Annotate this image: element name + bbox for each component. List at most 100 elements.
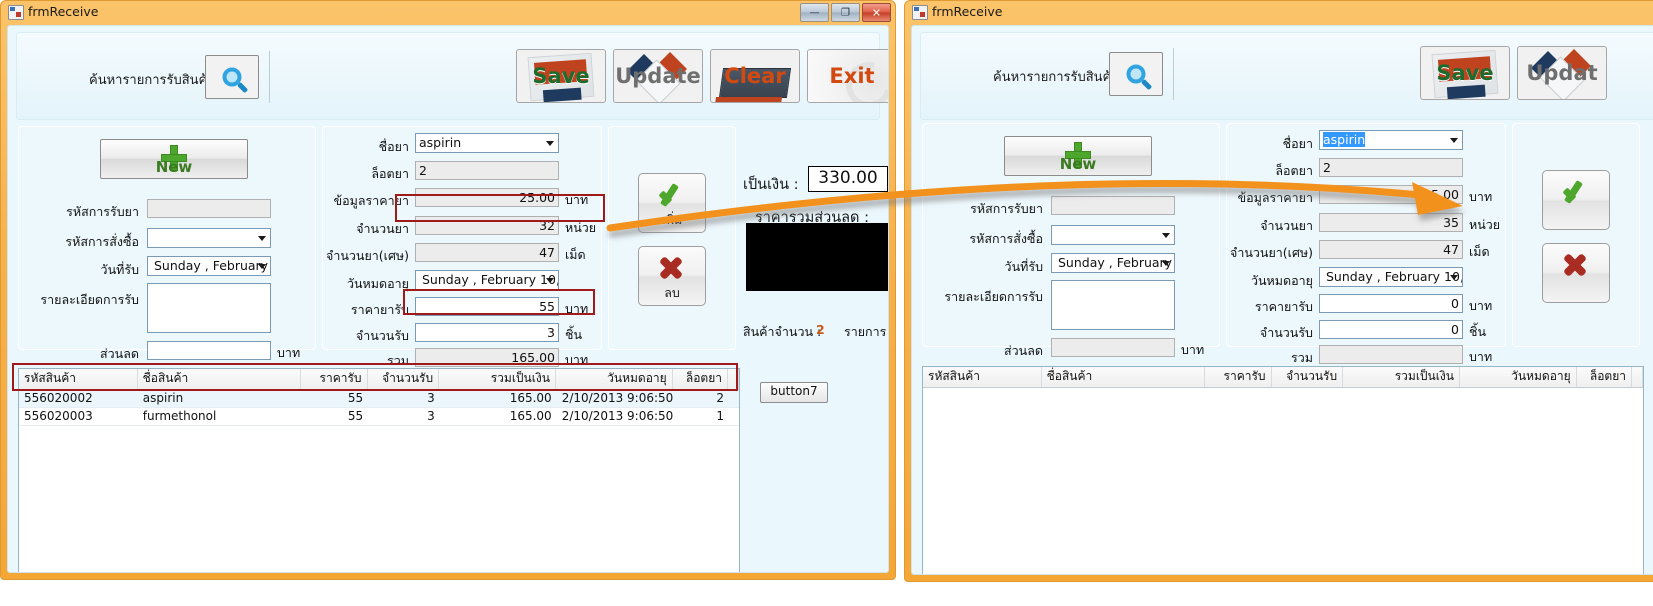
col-lot[interactable]: ล็อตยา (673, 369, 728, 389)
exit-button[interactable]: Exit (807, 49, 888, 103)
drug-price-info-input-right[interactable]: 25.00 (1319, 185, 1463, 204)
drug-price-info-input[interactable]: 25.00 (415, 188, 559, 207)
update-label-right: Updat (1526, 61, 1598, 85)
col-name-right[interactable]: ชื่อสินค้า (1042, 367, 1206, 387)
toolbar-divider (269, 51, 270, 103)
save-button-right[interactable]: Save (1420, 46, 1510, 100)
new-button-right[interactable]: New (1004, 136, 1152, 176)
col-extra-right[interactable] (1632, 367, 1643, 387)
update-label: Update (615, 64, 701, 88)
label-drug-qty: จำนวนยา (356, 221, 409, 236)
receive-items-grid-right[interactable]: รหัสสินค้า ชื่อสินค้า ราคารับ จำนวนรับ ร… (922, 366, 1644, 574)
label-discount-right: ส่วนลด (1004, 343, 1043, 358)
update-button-right[interactable]: Updat (1517, 46, 1607, 100)
receive-price-input-right[interactable]: 0 (1319, 294, 1463, 313)
col-name[interactable]: ชื่อสินค้า (138, 369, 302, 389)
receive-date-picker-right[interactable]: Sunday , February (1051, 253, 1175, 273)
sum-input[interactable]: 165.00 (415, 348, 559, 367)
label-discount: ส่วนลด (100, 346, 139, 361)
x-mark-icon (1561, 253, 1589, 277)
col-total-right[interactable]: รวมเป็นเงิน (1343, 367, 1460, 387)
button7[interactable]: button7 (760, 382, 828, 403)
drug-qty-input-right[interactable]: 35 (1319, 213, 1463, 232)
drug-name-combo[interactable]: aspirin (415, 133, 559, 153)
receive-qty-input[interactable]: 3 (415, 323, 559, 342)
label-order-code-right: รหัสการสั่งซื้อ (969, 231, 1043, 246)
delete-button-right[interactable] (1542, 243, 1610, 303)
delete-button[interactable]: ลบ (638, 246, 706, 306)
minimize-button[interactable]: — (800, 3, 829, 22)
window-right: frmReceive ค้นหารายการรับสินค้า Save Upd… (904, 0, 1653, 582)
expiry-date-picker-right[interactable]: Sunday , February 10, (1319, 267, 1463, 287)
col-qty[interactable]: จำนวนรับ (368, 369, 440, 389)
add-button[interactable]: เพิ่ม (638, 173, 706, 233)
col-qty-right[interactable]: จำนวนรับ (1272, 367, 1344, 387)
save-button[interactable]: Save (516, 49, 606, 103)
col-expiry[interactable]: วันหมดอายุ (556, 369, 673, 389)
save-label-right: Save (1436, 61, 1494, 85)
close-button[interactable]: ✕ (862, 3, 891, 22)
drug-info-group-right: ชื่อยา aspirin ล็อตยา 2 ข้อมูลราคายา 25.… (1226, 123, 1506, 365)
lot-input[interactable]: 2 (415, 161, 559, 180)
col-code-right[interactable]: รหัสสินค้า (923, 367, 1042, 387)
cell-name: furmethonol (142, 409, 217, 423)
receive-qty-input-right[interactable]: 0 (1319, 320, 1463, 339)
col-code[interactable]: รหัสสินค้า (19, 369, 138, 389)
col-price-right[interactable]: ราคารับ (1205, 367, 1272, 387)
cell-price: 55 (347, 391, 364, 405)
cell-lot: 1 (716, 409, 724, 423)
expiry-date-picker[interactable]: Sunday , February 10, (415, 270, 559, 290)
col-price[interactable]: ราคารับ (301, 369, 368, 389)
label-lot-right: ล็อตยา (1275, 163, 1313, 178)
discount-input[interactable] (147, 341, 271, 360)
order-code-combo-right[interactable] (1051, 225, 1175, 245)
action-group: เพิ่ม ลบ (608, 126, 736, 350)
clear-button[interactable]: Clear (710, 49, 800, 103)
drug-qty-input[interactable]: 32 (415, 216, 559, 235)
search-button-right[interactable] (1109, 52, 1163, 96)
receive-price-input[interactable]: 55 (415, 297, 559, 316)
expiry-date-value: Sunday , February 10, (422, 272, 559, 287)
label-receive-qty-right: จำนวนรับ (1259, 325, 1313, 340)
toolbar-right: ค้นหารายการรับสินค้า Save Updat (920, 32, 1653, 120)
label-drug-name-right: ชื่อยา (1282, 136, 1313, 151)
receive-date-value-right: Sunday , February (1058, 255, 1173, 270)
col-lot-right[interactable]: ล็อตยา (1577, 367, 1632, 387)
table-row[interactable]: 556020002 aspirin 55 3 165.00 2/10/2013 … (19, 390, 739, 408)
chevron-down-icon (258, 264, 266, 269)
search-icon (1122, 60, 1153, 91)
unit-receive-qty: ชิ้น (565, 327, 583, 342)
col-expiry-right[interactable]: วันหมดอายุ (1460, 367, 1577, 387)
label-receive-detail-right: รายละเอียดการรับ (944, 289, 1043, 304)
table-row[interactable]: 556020003 furmethonol 55 3 165.00 2/10/2… (19, 408, 739, 426)
drug-qty-remain-input-right[interactable]: 47 (1319, 240, 1463, 259)
update-button[interactable]: Update (613, 49, 703, 103)
receive-code-input-right[interactable] (1051, 196, 1175, 215)
drug-name-value: aspirin (419, 135, 462, 150)
expiry-date-value-right: Sunday , February 10, (1326, 269, 1463, 284)
receive-detail-input-right[interactable] (1051, 280, 1175, 330)
receive-items-grid[interactable]: รหัสสินค้า ชื่อสินค้า ราคารับ จำนวนรับ ร… (18, 368, 740, 572)
drug-name-combo-right[interactable]: aspirin (1319, 130, 1463, 150)
receive-info-group-right: New รหัสการรับยา รหัสการสั่งซื้อ วันที่ร… (922, 123, 1220, 358)
lot-input-right[interactable]: 2 (1319, 158, 1463, 177)
col-extra[interactable] (728, 369, 739, 389)
maximize-icon: ❐ (841, 7, 850, 18)
new-button[interactable]: New (100, 139, 248, 179)
order-code-combo[interactable] (147, 228, 271, 248)
label-drug-price-info-right: ข้อมูลราคายา (1237, 190, 1313, 205)
col-total[interactable]: รวมเป็นเงิน (439, 369, 556, 389)
receive-code-input[interactable] (147, 199, 271, 218)
cell-extra (729, 408, 739, 425)
receive-date-picker[interactable]: Sunday , February (147, 256, 271, 276)
discount-input-right[interactable] (1051, 338, 1175, 357)
search-button[interactable] (205, 55, 259, 99)
receive-date-value: Sunday , February (154, 258, 269, 273)
sum-input-right[interactable] (1319, 345, 1463, 364)
receive-detail-input[interactable] (147, 283, 271, 333)
maximize-button[interactable]: ❐ (831, 3, 860, 22)
drug-name-value-right: aspirin (1323, 132, 1366, 147)
add-button-right[interactable] (1542, 170, 1610, 230)
cell-expiry: 2/10/2013 9:06:50 ... (561, 391, 674, 405)
drug-qty-remain-input[interactable]: 47 (415, 243, 559, 262)
